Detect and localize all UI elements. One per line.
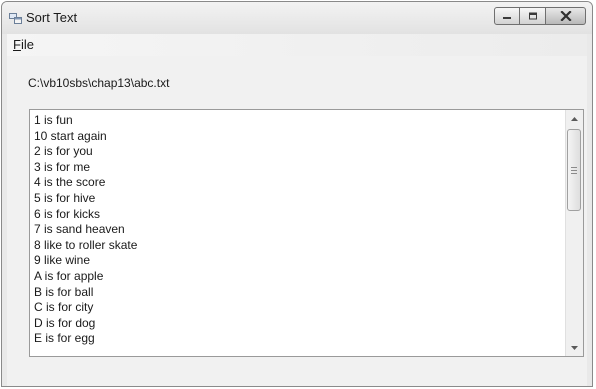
sort-text-window: Sort Text File C:\vb10sbs\chap13\abc.txt…: [1, 1, 593, 387]
title-bar[interactable]: Sort Text: [2, 2, 592, 34]
window-title: Sort Text: [26, 10, 78, 25]
scroll-up-button[interactable]: [566, 110, 583, 127]
text-line: 7 is sand heaven: [34, 222, 125, 237]
text-line: A is for apple: [34, 268, 104, 283]
close-button[interactable]: [546, 7, 586, 25]
text-lines: 1 is fun 10 start again 2 is for you 3 i…: [34, 113, 563, 347]
maximize-icon: [528, 12, 537, 20]
text-line: B is for ball: [34, 284, 94, 299]
menu-file[interactable]: File: [13, 37, 34, 52]
text-line: 2 is for you: [34, 144, 93, 159]
text-line: C is for city: [34, 300, 94, 315]
text-line: 6 is for kicks: [34, 206, 101, 221]
menu-file-accelerator: F: [13, 37, 21, 52]
text-line: 8 like to roller skate: [34, 237, 138, 252]
chevron-up-icon: [571, 116, 578, 121]
text-line: 4 is the score: [34, 175, 106, 190]
text-line: D is for dog: [34, 315, 96, 330]
text-line: 10 start again: [34, 128, 107, 143]
app-window-icon: [9, 13, 22, 24]
text-line: 1 is fun: [34, 113, 73, 127]
caption-buttons: [494, 7, 586, 25]
scroll-down-button[interactable]: [566, 339, 583, 356]
text-line: 9 like wine: [34, 253, 91, 268]
maximize-button[interactable]: [520, 7, 546, 25]
client-area: File C:\vb10sbs\chap13\abc.txt 1 is fun …: [7, 34, 587, 386]
file-path-label: C:\vb10sbs\chap13\abc.txt: [28, 76, 170, 90]
vertical-scrollbar[interactable]: [565, 110, 583, 356]
menu-file-label: ile: [20, 37, 34, 52]
menu-bar: File: [7, 34, 587, 56]
scroll-thumb[interactable]: [567, 129, 581, 211]
text-line: 3 is for me: [34, 159, 91, 174]
sorted-text-box[interactable]: 1 is fun 10 start again 2 is for you 3 i…: [29, 109, 584, 357]
text-line: 5 is for hive: [34, 190, 96, 205]
grip-icon: [571, 166, 577, 174]
text-line: E is for egg: [34, 331, 95, 346]
minimize-button[interactable]: [494, 7, 520, 25]
minimize-icon: [503, 17, 511, 19]
close-icon: [559, 11, 572, 21]
chevron-down-icon: [571, 345, 578, 350]
